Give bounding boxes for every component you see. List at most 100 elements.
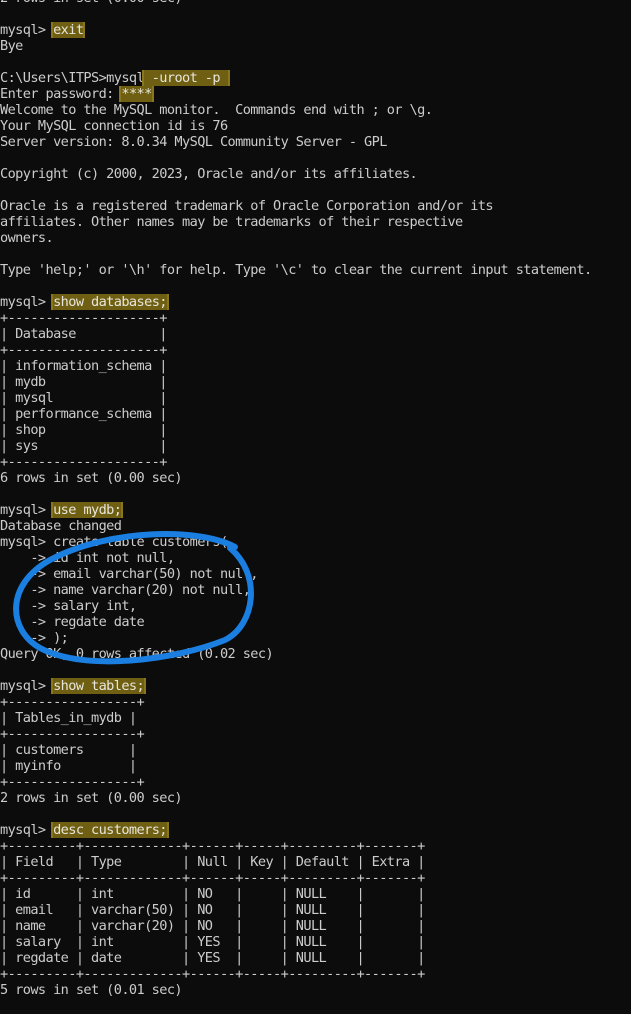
terminal-line: mysql> show databases; — [0, 294, 631, 310]
line-text: Database changed — [0, 518, 122, 534]
terminal-line: Type 'help;' or '\h' for help. Type '\c'… — [0, 262, 631, 278]
line-text: | id | int | NO | | NULL | | — [0, 886, 425, 902]
terminal-line: mysql> exit — [0, 22, 631, 38]
terminal-line: | mydb | — [0, 374, 631, 390]
terminal-line: mysql> desc customers; — [0, 822, 631, 838]
terminal-line: | myinfo | — [0, 758, 631, 774]
line-text: | name | varchar(20) | NO | | NULL | | — [0, 918, 425, 934]
line-text: 2 rows in set (0.00 sec) — [0, 790, 183, 806]
line-text: +--------------------+ — [0, 310, 167, 326]
terminal-line: Enter password: **** — [0, 86, 631, 102]
line-text: | regdate | date | YES | | NULL | | — [0, 950, 425, 966]
line-text: -> email varchar(50) not null, — [0, 566, 258, 582]
terminal-line: | Field | Type | Null | Key | Default | … — [0, 854, 631, 870]
terminal-line: 6 rows in set (0.00 sec) — [0, 470, 631, 486]
line-text: | myinfo | — [0, 758, 137, 774]
terminal-line: +-----------------+ — [0, 774, 631, 790]
highlighted-command: **** — [119, 86, 154, 102]
terminal-line: +---------+-------------+------+-----+--… — [0, 966, 631, 982]
line-text: | shop | — [0, 422, 167, 438]
highlighted-command: show tables; — [51, 678, 147, 694]
line-text: mysql> create table customers( — [0, 534, 228, 550]
terminal-line: -> email varchar(50) not null, — [0, 566, 631, 582]
line-text: 5 rows in set (0.01 sec) — [0, 982, 183, 998]
line-text: -> id int not null, — [0, 550, 175, 566]
line-text: +--------------------+ — [0, 454, 167, 470]
terminal-line: 2 rows in set (0.00 sec) — [0, 790, 631, 806]
terminal-line: Welcome to the MySQL monitor. Commands e… — [0, 102, 631, 118]
line-text: mysql> — [0, 678, 54, 694]
terminal-line: | information_schema | — [0, 358, 631, 374]
line-text: -> regdate date — [0, 614, 145, 630]
terminal-line: Query OK, 0 rows affected (0.02 sec) — [0, 646, 631, 662]
terminal-line: | regdate | date | YES | | NULL | | — [0, 950, 631, 966]
terminal-line: affiliates. Other names may be trademark… — [0, 214, 631, 230]
terminal-line: +-----------------+ — [0, 694, 631, 710]
terminal-line: mysql> create table customers( — [0, 534, 631, 550]
terminal-line: | customers | — [0, 742, 631, 758]
line-text: Server version: 8.0.34 MySQL Community S… — [0, 134, 387, 150]
line-text: +-----------------+ — [0, 726, 145, 742]
line-text: -> name varchar(20) not null, — [0, 582, 251, 598]
terminal-line: | sys | — [0, 438, 631, 454]
terminal-line: Copyright (c) 2000, 2023, Oracle and/or … — [0, 166, 631, 182]
line-text: 6 rows in set (0.00 sec) — [0, 470, 183, 486]
terminal-line: | Database | — [0, 326, 631, 342]
terminal-line: | email | varchar(50) | NO | | NULL | | — [0, 902, 631, 918]
terminal-line: | performance_schema | — [0, 406, 631, 422]
line-text: Type 'help;' or '\h' for help. Type '\c'… — [0, 262, 592, 278]
line-text: | customers | — [0, 742, 137, 758]
line-text: -> salary int, — [0, 598, 137, 614]
line-text: 2 rows in set (0.00 sec) — [0, 0, 183, 6]
line-text: +--------------------+ — [0, 342, 167, 358]
line-text: +-----------------+ — [0, 694, 145, 710]
terminal-line: Your MySQL connection id is 76 — [0, 118, 631, 134]
highlighted-command: exit — [51, 22, 86, 38]
line-text: | Field | Type | Null | Key | Default | … — [0, 854, 425, 870]
line-text: -> ); — [0, 630, 69, 646]
line-text: +---------+-------------+------+-----+--… — [0, 838, 425, 854]
line-text: Oracle is a registered trademark of Orac… — [0, 198, 494, 214]
terminal-line: | Tables_in_mydb | — [0, 710, 631, 726]
line-text: +-----------------+ — [0, 774, 145, 790]
line-text: | mysql | — [0, 390, 167, 406]
line-text: | mydb | — [0, 374, 167, 390]
terminal-line: | name | varchar(20) | NO | | NULL | | — [0, 918, 631, 934]
terminal-window[interactable]: 2 rows in set (0.00 sec)mysql> exitByeC:… — [0, 0, 631, 998]
terminal-line: Database changed — [0, 518, 631, 534]
terminal-line: | salary | int | YES | | NULL | | — [0, 934, 631, 950]
line-text: | email | varchar(50) | NO | | NULL | | — [0, 902, 425, 918]
terminal-line: -> salary int, — [0, 598, 631, 614]
line-text: | salary | int | YES | | NULL | | — [0, 934, 425, 950]
terminal-line: +---------+-------------+------+-----+--… — [0, 838, 631, 854]
line-text: | information_schema | — [0, 358, 167, 374]
line-text: | Database | — [0, 326, 167, 342]
line-text: +---------+-------------+------+-----+--… — [0, 870, 425, 886]
terminal-line: -> id int not null, — [0, 550, 631, 566]
line-text: mysql> — [0, 22, 54, 38]
line-text: C:\Users\ITPS>mysql — [0, 70, 145, 86]
terminal-line: mysql> show tables; — [0, 678, 631, 694]
line-text: | sys | — [0, 438, 167, 454]
line-text: affiliates. Other names may be trademark… — [0, 214, 463, 230]
line-text: Welcome to the MySQL monitor. Commands e… — [0, 102, 433, 118]
line-text: +---------+-------------+------+-----+--… — [0, 966, 425, 982]
line-text: Copyright (c) 2000, 2023, Oracle and/or … — [0, 166, 418, 182]
terminal-line: | mysql | — [0, 390, 631, 406]
terminal-line: | shop | — [0, 422, 631, 438]
highlighted-command: -uroot -p — [142, 70, 230, 86]
terminal-line: 5 rows in set (0.01 sec) — [0, 982, 631, 998]
terminal-line: +--------------------+ — [0, 310, 631, 326]
terminal-line: mysql> use mydb; — [0, 502, 631, 518]
line-text: Enter password: — [0, 86, 122, 102]
line-text: | performance_schema | — [0, 406, 167, 422]
terminal-line: C:\Users\ITPS>mysql -uroot -p — [0, 70, 631, 86]
terminal-line: -> regdate date — [0, 614, 631, 630]
line-text: mysql> — [0, 822, 54, 838]
